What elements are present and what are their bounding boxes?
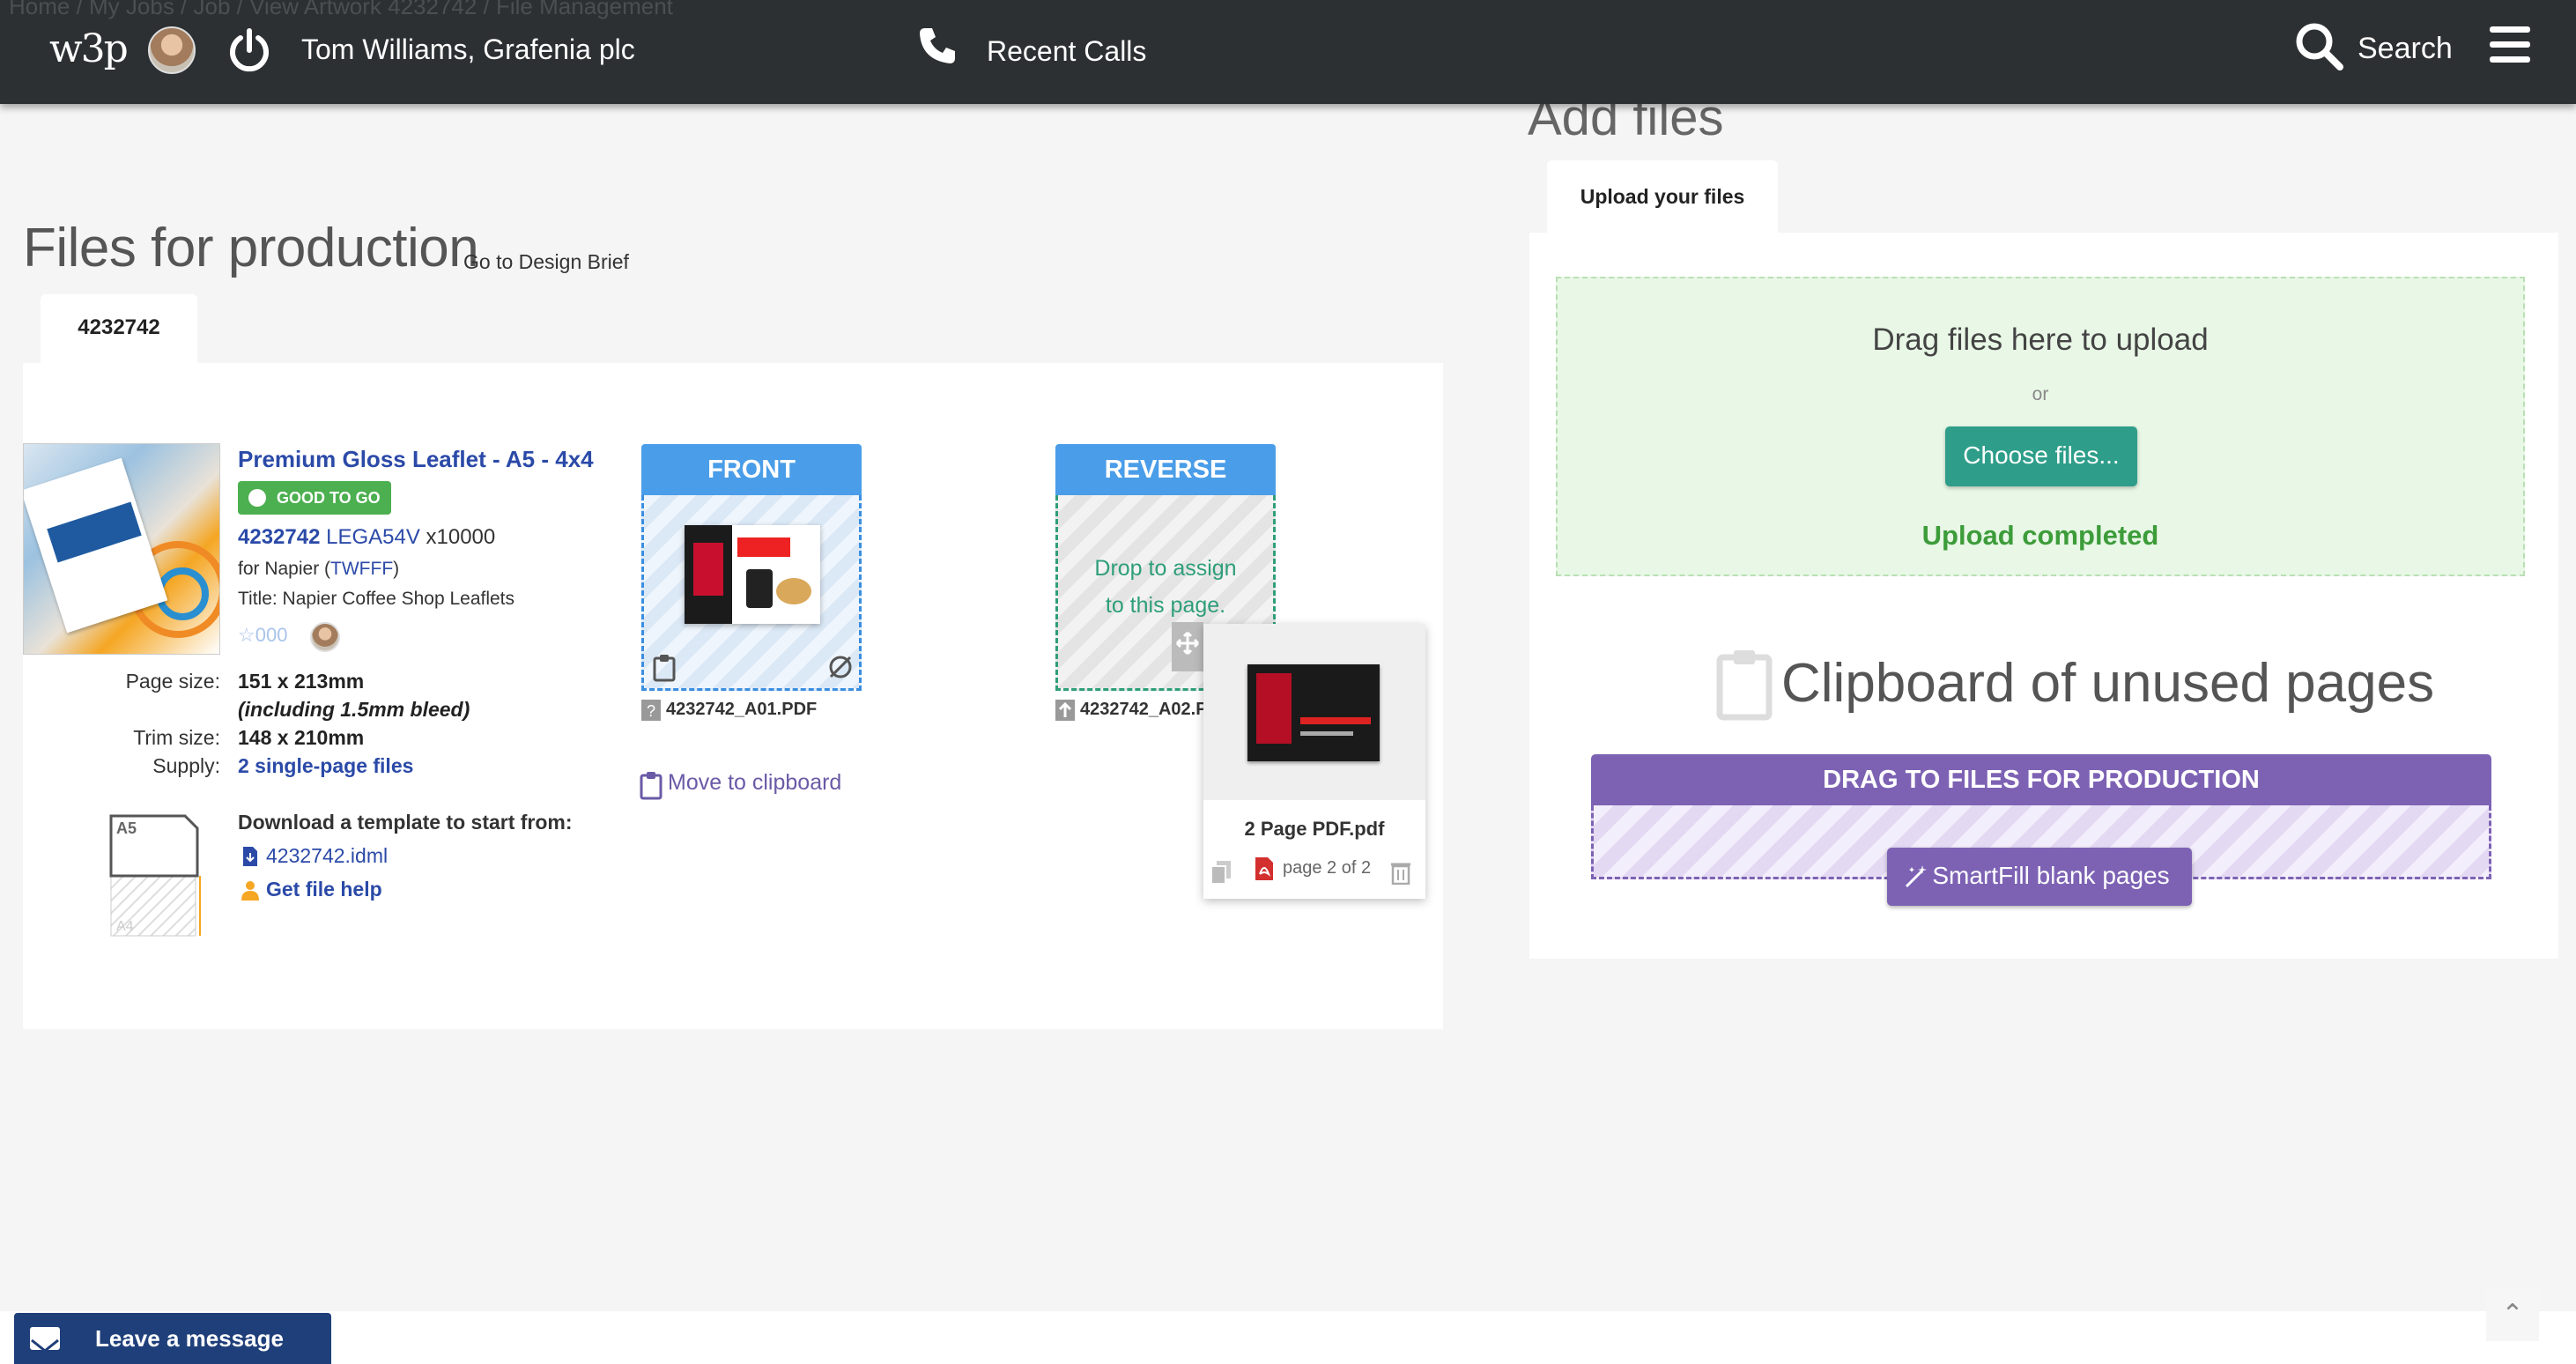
front-header: FRONT [641, 444, 862, 495]
get-file-help-link[interactable]: Get file help [266, 878, 382, 901]
clipboard-drag-header: DRAG TO FILES FOR PRODUCTION [1591, 754, 2491, 805]
front-page-slot[interactable]: FRONT [641, 444, 862, 691]
client-prefix: for Napier ( [238, 559, 331, 579]
w3p-logo[interactable]: w3p [49, 26, 129, 71]
quantity: x10000 [426, 525, 496, 549]
dragged-file-name: 2 Page PDF.pdf [1244, 818, 1385, 840]
dropzone-or: or [2032, 384, 2049, 404]
recent-calls-link[interactable]: Recent Calls [987, 35, 1146, 68]
magic-wand-icon [1905, 865, 1927, 888]
clipboard-heading: Clipboard of unused pages [1781, 653, 2435, 714]
scroll-to-top-icon[interactable]: ⌃ [2486, 1288, 2539, 1341]
dragged-file-thumbnail [1247, 664, 1380, 761]
top-navigation-bar: Home / My Jobs / Job / View Artwork 4232… [0, 0, 2576, 104]
move-arrows-icon [1175, 631, 1200, 656]
dropzone-title: Drag files here to upload [1872, 322, 2209, 357]
clipboard-icon[interactable] [653, 654, 676, 682]
client-code-link[interactable]: TWFFF [330, 559, 393, 579]
assignee-avatar[interactable] [310, 622, 340, 652]
pdf-icon [1255, 857, 1273, 880]
product-title-link[interactable]: Premium Gloss Leaflet - A5 - 4x4 [238, 446, 594, 473]
smartfill-label: SmartFill blank pages [1932, 862, 2170, 889]
client-line: for Napier (TWFFF) [238, 559, 399, 580]
dragged-file-card[interactable]: 2 Page PDF.pdf page 2 of 2 [1203, 624, 1425, 899]
supply-label: Supply: [152, 754, 220, 777]
search-link[interactable]: Search [2358, 32, 2453, 66]
bleed-note: (including 1.5mm bleed) [238, 698, 470, 721]
move-clipboard-icon[interactable] [640, 770, 663, 800]
user-avatar[interactable] [148, 26, 196, 74]
search-icon[interactable] [2294, 21, 2343, 70]
upload-status: Upload completed [1921, 520, 2159, 551]
tab-upload-your-files[interactable]: Upload your files [1547, 160, 1778, 234]
phone-icon[interactable] [916, 25, 959, 67]
a4-label: A4 [116, 919, 134, 934]
unassign-icon[interactable] [827, 654, 854, 680]
drop-hint-line1: Drop to assign [1094, 556, 1237, 581]
go-to-design-brief-link[interactable]: Go to Design Brief [463, 250, 629, 274]
tab-job-4232742[interactable]: 4232742 [41, 294, 197, 365]
front-drop-area[interactable] [641, 495, 862, 691]
drop-hint-line2: to this page. [1105, 593, 1226, 618]
copy-icon[interactable] [1210, 860, 1232, 885]
file-upload-status-icon [1055, 700, 1075, 721]
bottom-strip [0, 1311, 2576, 1364]
upload-dropzone[interactable]: Drag files here to upload or Choose file… [1556, 277, 2525, 576]
trash-icon[interactable] [1390, 860, 1411, 885]
front-file-thumbnail[interactable] [685, 525, 820, 624]
file-help-icon [241, 881, 259, 901]
file-status-unknown-icon: ? [641, 700, 661, 721]
page-info: page 2 of 2 [1283, 858, 1372, 878]
template-idml-link[interactable]: 4232742.idml [266, 844, 388, 868]
clipboard-heading-icon [1716, 650, 1773, 721]
choose-files-button[interactable]: Choose files... [1945, 426, 2137, 486]
breadcrumb[interactable]: Home / My Jobs / Job / View Artwork 4232… [9, 0, 673, 20]
drop-hint: Drop to assign to this page. [1058, 550, 1273, 624]
good-to-go-badge: GOOD TO GO [238, 481, 391, 515]
page-size-value: 151 x 213mm [238, 670, 365, 693]
envelope-icon [30, 1327, 60, 1353]
product-thumbnail [23, 443, 220, 655]
job-number-link[interactable]: 4232742 [238, 525, 320, 549]
dragged-file-preview [1203, 624, 1425, 800]
supply-value-link[interactable]: 2 single-page files [238, 754, 413, 778]
paper-size-diagram: A5 A4 [109, 814, 201, 937]
a5-label: A5 [116, 819, 137, 837]
drag-handle[interactable] [1172, 622, 1203, 671]
user-name[interactable]: Tom Williams, Grafenia plc [301, 33, 635, 66]
front-file-name[interactable]: 4232742_A01.PDF [666, 700, 817, 720]
svg-text:?: ? [647, 702, 655, 720]
download-template-heading: Download a template to start from: [238, 811, 573, 834]
reverse-header: REVERSE [1055, 444, 1276, 495]
reverse-file-name[interactable]: 4232742_A02.P [1080, 700, 1208, 720]
files-for-production-heading: Files for production [23, 218, 479, 278]
product-code-link[interactable]: LEGA54V [326, 525, 420, 549]
job-info-line: 4232742 LEGA54V x10000 [238, 525, 495, 550]
client-suffix: ) [393, 559, 400, 579]
trim-size-label: Trim size: [133, 726, 220, 749]
file-download-icon [243, 847, 257, 866]
trim-size-value: 148 x 210mm [238, 726, 365, 749]
smartfill-button[interactable]: SmartFill blank pages [1887, 848, 2192, 906]
rating-stars[interactable]: ☆000 [238, 624, 287, 647]
page-size-label: Page size: [125, 670, 220, 693]
job-title: Title: Napier Coffee Shop Leaflets [238, 589, 515, 609]
leave-message-button[interactable]: Leave a message [14, 1313, 331, 1364]
power-icon[interactable] [226, 26, 273, 74]
move-to-clipboard-link[interactable]: Move to clipboard [668, 770, 841, 796]
leave-message-label: Leave a message [95, 1325, 284, 1352]
hamburger-menu-icon[interactable] [2490, 26, 2530, 65]
